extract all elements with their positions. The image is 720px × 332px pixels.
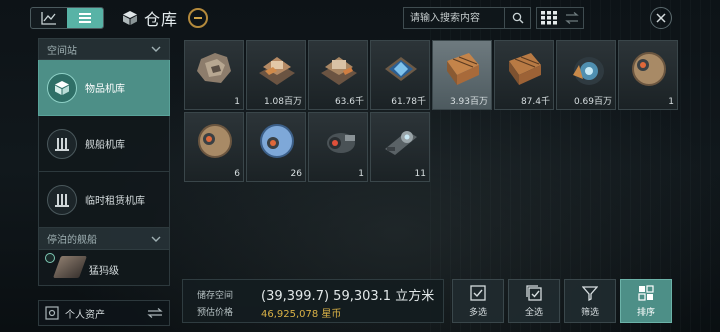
assets-icon	[45, 306, 59, 320]
item-quantity: 1	[358, 169, 364, 179]
item-quantity: 11	[414, 169, 426, 179]
view-mode-toggle	[30, 7, 104, 29]
sidebar-item-label: 舰船机库	[85, 140, 125, 151]
checkbox-icon	[470, 284, 486, 301]
collapse-circle-button[interactable]	[188, 8, 209, 28]
close-icon	[656, 13, 666, 23]
inventory-item[interactable]: 1	[618, 40, 678, 110]
item-quantity: 61.78千	[391, 97, 426, 107]
inventory-item[interactable]: 1	[184, 40, 244, 110]
item-quantity: 26	[290, 169, 302, 179]
page-title: 仓库	[144, 10, 179, 29]
inventory-item[interactable]: 87.4千	[494, 40, 554, 110]
search-button[interactable]	[504, 8, 530, 28]
station-section-label: 空间站	[47, 45, 77, 57]
sidebar-item-ship-hangar[interactable]: 舰船机库	[38, 116, 170, 172]
ore-chunk-icon	[197, 53, 231, 83]
layout-toggle	[536, 7, 584, 29]
ship-hangar-icon	[47, 128, 77, 159]
filter-button[interactable]: 筛选	[564, 279, 616, 323]
search-icon	[512, 12, 523, 24]
sort-button[interactable]: 排序	[620, 279, 672, 323]
search-input[interactable]	[404, 8, 504, 28]
select-all-button[interactable]: 全选	[508, 279, 560, 323]
cargo-crate-icon	[447, 53, 479, 85]
item-quantity: 1	[668, 97, 674, 107]
multi-select-label: 多选	[468, 307, 487, 318]
storage-space-label: 储存空间	[197, 291, 234, 301]
item-quantity: 1.08百万	[263, 97, 302, 107]
action-bar: 多选 全选 筛选 排序	[452, 279, 672, 323]
chart-icon	[41, 12, 56, 25]
item-quantity: 1	[234, 97, 240, 107]
item-quantity: 0.69百万	[573, 97, 612, 107]
active-ship-badge	[45, 253, 55, 263]
sidebar-item-label: 临时租赁机库	[85, 196, 145, 207]
inventory-item[interactable]: 26	[246, 112, 306, 182]
estimated-price-label: 预估价格	[197, 308, 234, 318]
inventory-item[interactable]: 6	[184, 112, 244, 182]
filter-label: 筛选	[580, 307, 599, 318]
chevron-down-icon	[151, 236, 161, 242]
sidebar-item-item-hangar[interactable]: 物品机库	[38, 60, 170, 116]
blue-sphere-icon	[260, 124, 294, 158]
chart-view-button[interactable]	[31, 8, 67, 28]
list-icon	[79, 13, 91, 23]
warehouse-cube-icon	[123, 11, 137, 25]
swap-layout-button[interactable]	[560, 8, 583, 28]
inventory-item[interactable]: 0.69百万	[556, 40, 616, 110]
inventory-item[interactable]: 1	[308, 112, 368, 182]
sphere-module-icon	[198, 124, 232, 158]
rental-hangar-icon	[47, 184, 77, 215]
sort-grid-icon	[638, 284, 654, 301]
grid-layout-button[interactable]	[537, 8, 560, 28]
sidebar-item-label: 物品机库	[85, 84, 125, 95]
docked-ships-section-header[interactable]: 停泊的舰船	[38, 228, 170, 250]
top-bar: 仓库	[0, 0, 720, 36]
blue-module-icon	[573, 57, 604, 85]
personal-assets-button[interactable]: 个人资产	[38, 300, 170, 326]
swap-arrows-icon	[564, 12, 579, 24]
grid-icon	[540, 11, 557, 25]
page-title-group: 仓库	[122, 6, 209, 30]
sort-label: 排序	[636, 307, 655, 318]
estimated-price-value: 46,925,078 星币	[261, 309, 342, 320]
station-section-header[interactable]: 空间站	[38, 38, 170, 60]
docked-ship-item[interactable]: 猛犸级	[38, 250, 170, 286]
drone-icon	[327, 133, 355, 153]
inventory-item[interactable]: 3.93百万	[432, 40, 492, 110]
filter-icon	[582, 285, 598, 301]
component-block-icon	[259, 57, 295, 85]
ship-thumbnail	[52, 256, 88, 278]
docked-ships-section-label: 停泊的舰船	[47, 235, 97, 246]
storage-info-panel: 储存空间 (39,399.7) 59,303.1 立方米 预估价格 46,925…	[182, 279, 444, 323]
sphere-module-icon	[632, 52, 666, 86]
list-view-button[interactable]	[67, 8, 103, 28]
personal-assets-label: 个人资产	[65, 309, 105, 321]
search-box	[403, 7, 531, 29]
select-all-icon	[526, 284, 542, 301]
item-quantity: 6	[234, 169, 240, 179]
component-block-icon	[321, 57, 357, 85]
inventory-item[interactable]: 11	[370, 112, 430, 182]
swap-arrows-icon	[147, 308, 163, 318]
sidebar: 空间站 物品机库 舰船机库 临时租赁机库 停泊的舰船 猛犸级	[38, 38, 170, 296]
blue-chip-icon	[385, 57, 417, 81]
item-quantity: 3.93百万	[449, 97, 488, 107]
select-all-label: 全选	[524, 307, 543, 318]
ship-name: 猛犸级	[89, 266, 119, 277]
multi-select-button[interactable]: 多选	[452, 279, 504, 323]
chevron-down-icon	[151, 46, 161, 52]
cargo-crate-icon	[509, 53, 541, 85]
sidebar-item-rental-hangar[interactable]: 临时租赁机库	[38, 172, 170, 228]
item-quantity: 63.6千	[334, 97, 364, 107]
item-quantity: 87.4千	[520, 97, 550, 107]
inventory-item[interactable]: 61.78千	[370, 40, 430, 110]
close-button[interactable]	[650, 7, 672, 29]
item-hangar-icon	[47, 72, 77, 103]
storage-space-value: (39,399.7) 59,303.1 立方米	[261, 289, 435, 304]
inventory-item[interactable]: 63.6千	[308, 40, 368, 110]
turret-icon	[385, 131, 417, 155]
inventory-item[interactable]: 1.08百万	[246, 40, 306, 110]
